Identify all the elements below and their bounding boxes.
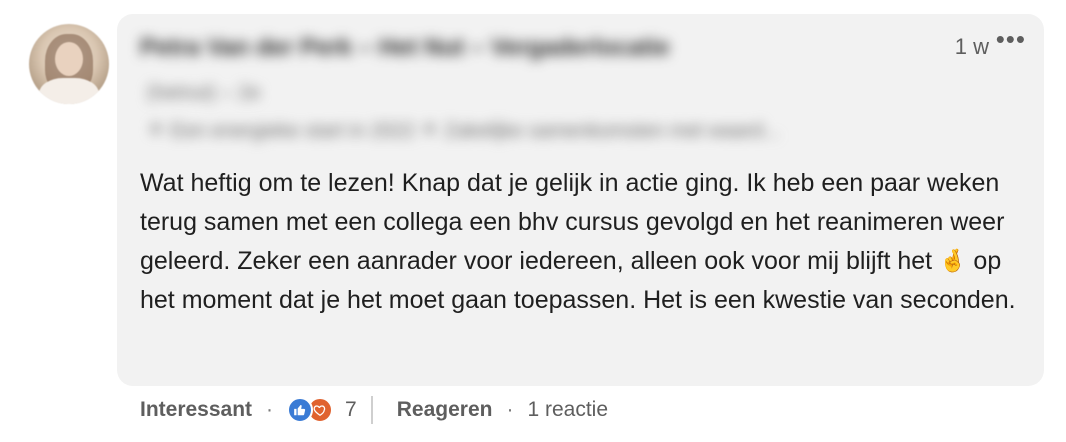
reply-count-link[interactable]: 1 reactie bbox=[527, 398, 608, 422]
comment-text-part-1: Wat heftig om te lezen! Knap dat je geli… bbox=[140, 169, 1005, 275]
heart-glyph bbox=[313, 405, 326, 417]
more-options-icon[interactable]: ••• bbox=[996, 24, 1026, 55]
separator-dot: · bbox=[266, 398, 274, 421]
reactions-summary[interactable] bbox=[287, 396, 341, 424]
react-button[interactable]: Interessant bbox=[140, 398, 252, 422]
author-subline: (hetnut) – 2e bbox=[147, 82, 261, 104]
avatar-face bbox=[55, 42, 83, 76]
reaction-count[interactable]: 7 bbox=[345, 398, 357, 422]
comment-item: Petra Van der Perk – Het Nut – Vergaderl… bbox=[0, 0, 1066, 442]
avatar[interactable] bbox=[29, 24, 109, 104]
separator-dot: · bbox=[506, 398, 514, 421]
thumbs-up-glyph bbox=[294, 404, 306, 416]
comment-actions: Interessant · 7 Reageren · 1 reactie bbox=[140, 394, 608, 426]
reply-button[interactable]: Reageren bbox=[397, 398, 493, 422]
author-name[interactable]: Petra Van der Perk – Het Nut – Vergaderl… bbox=[140, 34, 670, 62]
thumbs-up-icon bbox=[287, 397, 314, 423]
crossed-fingers-icon: 🤞 bbox=[939, 248, 967, 273]
avatar-shirt bbox=[39, 78, 99, 104]
comment-text: Wat heftig om te lezen! Knap dat je geli… bbox=[140, 164, 1020, 320]
divider bbox=[370, 396, 373, 424]
author-headline: ⚘ Een energieke start in 2022 ⚘ Zakelijk… bbox=[147, 120, 780, 142]
comment-timestamp: 1 w bbox=[954, 34, 989, 59]
comment-bubble: Petra Van der Perk – Het Nut – Vergaderl… bbox=[117, 14, 1044, 386]
